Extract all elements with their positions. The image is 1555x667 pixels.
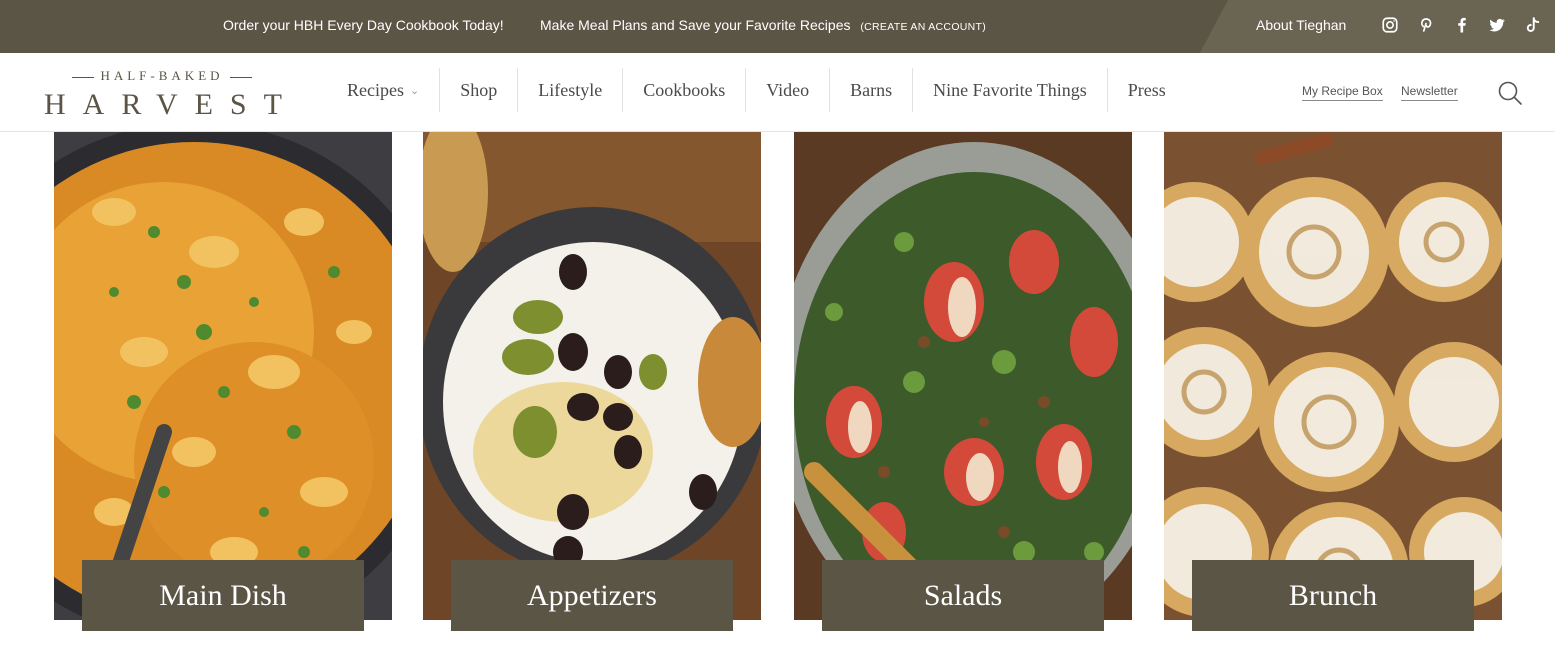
twitter-icon[interactable] xyxy=(1487,15,1507,35)
nav-item-cookbooks[interactable]: Cookbooks xyxy=(623,68,747,112)
newsletter-link[interactable]: Newsletter xyxy=(1401,84,1458,101)
main-dish-image xyxy=(54,132,392,620)
pinterest-icon[interactable] xyxy=(1416,15,1436,35)
category-card-appetizers[interactable]: Appetizers xyxy=(423,132,761,632)
category-label: Brunch xyxy=(1192,560,1474,631)
nav-item-nine-favorite-things[interactable]: Nine Favorite Things xyxy=(913,68,1108,112)
nav-item-label: Recipes xyxy=(347,79,404,100)
chevron-down-icon: ⌄ xyxy=(409,84,420,97)
site-logo[interactable]: HALF-BAKED HARVEST xyxy=(44,68,282,121)
appetizers-image xyxy=(423,132,761,620)
meal-plan-promo-text: Make Meal Plans and Save your Favorite R… xyxy=(540,17,851,33)
top-bar: Order your HBH Every Day Cookbook Today!… xyxy=(0,0,1555,53)
nav-item-video[interactable]: Video xyxy=(746,68,831,112)
my-recipe-box-link[interactable]: My Recipe Box xyxy=(1302,84,1383,101)
salads-image xyxy=(794,132,1132,620)
nav-item-lifestyle[interactable]: Lifestyle xyxy=(518,68,624,112)
category-card-brunch[interactable]: Brunch xyxy=(1164,132,1502,632)
main-nav: Recipes ⌄ Shop Lifestyle Cookbooks Video… xyxy=(330,68,1186,112)
category-label: Salads xyxy=(822,560,1104,631)
category-label: Main Dish xyxy=(82,560,364,631)
logo-subtitle: HALF-BAKED xyxy=(44,68,280,84)
nav-item-recipes[interactable]: Recipes ⌄ xyxy=(330,68,441,112)
nav-item-barns[interactable]: Barns xyxy=(830,68,914,112)
category-card-main-dish[interactable]: Main Dish xyxy=(54,132,392,632)
create-account-link[interactable]: (CREATE AN ACCOUNT) xyxy=(860,21,986,33)
category-card-salads[interactable]: Salads xyxy=(794,132,1132,632)
logo-title: HARVEST xyxy=(44,88,299,121)
facebook-icon[interactable] xyxy=(1452,15,1472,35)
site-header: HALF-BAKED HARVEST Recipes ⌄ Shop Lifest… xyxy=(0,53,1555,132)
category-label: Appetizers xyxy=(451,560,733,631)
search-icon xyxy=(1498,81,1522,105)
nav-item-shop[interactable]: Shop xyxy=(440,68,519,112)
instagram-icon[interactable] xyxy=(1380,15,1400,35)
search-button[interactable] xyxy=(1496,79,1524,107)
nav-item-press[interactable]: Press xyxy=(1108,68,1186,112)
brunch-image xyxy=(1164,132,1502,620)
meal-plan-promo-link[interactable]: Make Meal Plans and Save your Favorite R… xyxy=(540,17,986,33)
tiktok-icon[interactable] xyxy=(1523,15,1543,35)
about-tieghan-link[interactable]: About Tieghan xyxy=(1256,17,1346,33)
cookbook-promo-link[interactable]: Order your HBH Every Day Cookbook Today! xyxy=(223,17,504,33)
